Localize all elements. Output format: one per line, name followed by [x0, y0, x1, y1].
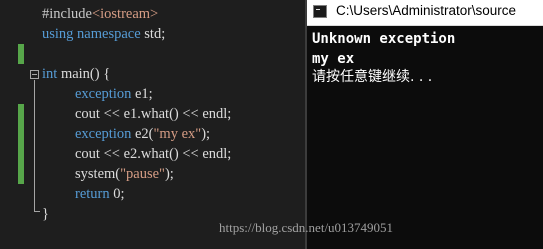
code-line: exception e1; — [0, 84, 305, 124]
console-output-line: Unknown exception — [312, 31, 456, 47]
identifier: std; — [140, 26, 166, 42]
identifier: e1; — [131, 86, 153, 102]
type-name: exception — [75, 126, 132, 142]
cmd-icon — [313, 5, 327, 18]
code-line: int main() { — [0, 64, 305, 84]
keyword: return — [75, 186, 110, 202]
watermark: https://blog.csdn.net/u013749051 — [219, 220, 394, 235]
type-name: exception — [75, 86, 132, 102]
console-output-line: 请按任意键继续. . . — [312, 69, 433, 85]
code-line: #include<iostream> — [0, 4, 305, 24]
console-title: C:\Users\Administrator\source — [336, 3, 517, 18]
string-literal: "my ex" — [153, 126, 202, 142]
include-header: <iostream> — [91, 6, 159, 22]
statement: 0; — [109, 186, 125, 202]
console-window[interactable]: C:\Users\Administrator\source Unknown ex… — [307, 0, 543, 249]
statement: cout << e2.what() << endl; — [75, 146, 232, 162]
code-line: exception e2("my ex"); — [0, 124, 305, 164]
function-signature: main() { — [57, 66, 111, 82]
code-line: system("pause"); — [0, 164, 305, 184]
code-line: return 0; — [0, 184, 305, 204]
punctuation: ); — [201, 126, 211, 142]
console-titlebar[interactable]: C:\Users\Administrator\source — [307, 0, 543, 26]
code-line: cout << e2.what() << endl; — [0, 144, 305, 184]
keyword: int — [42, 66, 58, 82]
closing-brace: } — [42, 206, 49, 222]
statement: cout << e1.what() << endl; — [75, 106, 232, 122]
punctuation: ); — [164, 166, 174, 182]
preprocessor-directive: #include — [42, 6, 92, 22]
string-literal: "pause" — [120, 166, 165, 182]
function-call: system( — [75, 166, 121, 182]
keyword: namespace — [73, 26, 141, 42]
code-editor[interactable]: #include<iostream> using namespace std; … — [0, 0, 305, 249]
collapse-toggle-icon[interactable] — [30, 70, 39, 79]
console-output-line: my ex — [312, 51, 355, 67]
code-line: cout << e1.what() << endl; — [0, 104, 305, 144]
code-line: using namespace std; — [0, 24, 305, 64]
identifier: e2( — [131, 126, 154, 142]
change-marker — [18, 44, 24, 64]
keyword: using — [42, 26, 74, 42]
